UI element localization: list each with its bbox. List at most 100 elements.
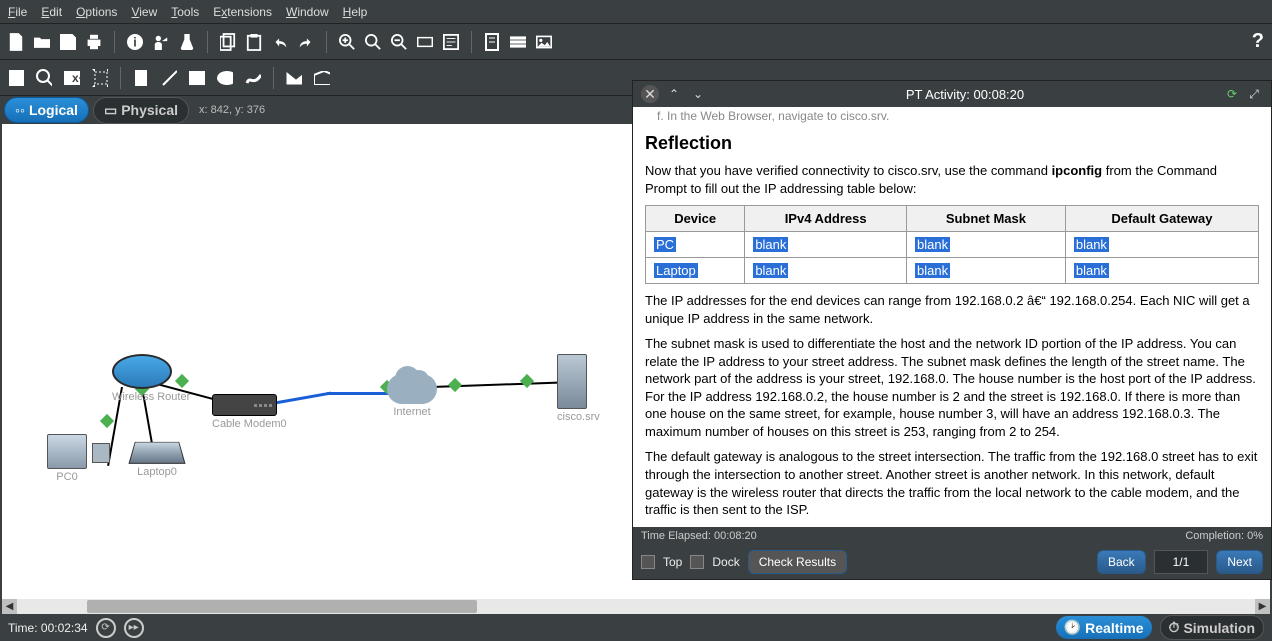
- select-tool-icon[interactable]: [8, 70, 24, 86]
- activity-footer: Top Dock Check Results Back 1/1 Next: [633, 545, 1271, 579]
- description-icon[interactable]: [443, 34, 459, 50]
- close-icon[interactable]: ✕: [641, 85, 659, 103]
- realtime-mode-button[interactable]: 🕑 Realtime: [1056, 616, 1152, 639]
- table-row: Laptop blank blank blank: [646, 258, 1259, 284]
- menu-view[interactable]: View: [131, 5, 157, 19]
- cell-pc: PC: [654, 237, 676, 252]
- inspect-tool-icon[interactable]: [36, 70, 52, 86]
- scroll-left-icon[interactable]: ◀: [2, 599, 17, 614]
- help-icon[interactable]: ?: [1252, 30, 1264, 53]
- reflection-heading: Reflection: [645, 133, 1259, 154]
- image-icon[interactable]: [536, 34, 552, 50]
- logical-icon: ◦◦: [15, 102, 25, 118]
- horizontal-scrollbar[interactable]: ◀ ▶: [2, 599, 1270, 614]
- back-button[interactable]: Back: [1097, 550, 1146, 574]
- reflection-p1: The IP addresses for the end devices can…: [645, 292, 1259, 327]
- tab-physical-label: Physical: [121, 102, 178, 118]
- stack-icon[interactable]: [510, 34, 526, 50]
- menu-tools[interactable]: Tools: [171, 5, 199, 19]
- cell-blank: blank: [753, 237, 788, 252]
- dock-checkbox[interactable]: [690, 555, 704, 569]
- simulation-mode-button[interactable]: ⏱ Simulation: [1160, 615, 1264, 640]
- expand-down-icon[interactable]: ⌄: [689, 85, 707, 103]
- device-cisco-server[interactable]: cisco.srv: [557, 354, 600, 423]
- expand-icon[interactable]: ⤢: [1245, 85, 1263, 103]
- info-icon[interactable]: i: [127, 34, 143, 50]
- reflection-p3: The default gateway is analogous to the …: [645, 448, 1259, 518]
- menu-edit[interactable]: Edit: [41, 5, 62, 19]
- pt-activity-panel: ✕ ⌃ ⌄ PT Activity: 00:08:20 ⟳ ⤢ f. In th…: [632, 80, 1272, 580]
- note-tool-icon[interactable]: [133, 70, 149, 86]
- ip-addressing-table: Device IPv4 Address Subnet Mask Default …: [645, 205, 1259, 284]
- clock-icon: 🕑: [1064, 619, 1081, 636]
- cell-blank: blank: [915, 237, 950, 252]
- table-row: PC blank blank blank: [646, 232, 1259, 258]
- top-checkbox[interactable]: [641, 555, 655, 569]
- rectangle-tool-icon[interactable]: [189, 70, 205, 86]
- cell-blank: blank: [1074, 263, 1109, 278]
- zoom-reset-icon[interactable]: [365, 34, 381, 50]
- fast-forward-icon[interactable]: ▸▸: [124, 618, 144, 638]
- activity-status-bar: Time Elapsed: 00:08:20 Completion: 0%: [633, 527, 1271, 545]
- menu-bar: File Edit Options View Tools Extensions …: [0, 0, 1272, 24]
- delete-tool-icon[interactable]: x: [64, 70, 80, 86]
- line-tool-icon[interactable]: [161, 70, 177, 86]
- save-icon[interactable]: [60, 34, 76, 50]
- redo-icon[interactable]: [298, 34, 314, 50]
- activity-content[interactable]: f. In the Web Browser, navigate to cisco…: [633, 107, 1271, 527]
- scroll-track[interactable]: [17, 599, 1255, 614]
- simple-pdu-icon[interactable]: [286, 70, 302, 86]
- scroll-right-icon[interactable]: ▶: [1255, 599, 1270, 614]
- print-icon[interactable]: [86, 34, 102, 50]
- sim-time: Time: 00:02:34: [8, 621, 88, 635]
- undo-icon[interactable]: [272, 34, 288, 50]
- viewport-icon[interactable]: [417, 34, 433, 50]
- new-file-icon[interactable]: [8, 34, 24, 50]
- freeform-tool-icon[interactable]: [245, 70, 261, 86]
- lab-icon[interactable]: [179, 34, 195, 50]
- scroll-thumb[interactable]: [87, 600, 477, 613]
- menu-file[interactable]: File: [8, 5, 27, 19]
- complex-pdu-icon[interactable]: [314, 70, 330, 86]
- zoom-in-icon[interactable]: [339, 34, 355, 50]
- tab-physical[interactable]: ▭ Physical: [93, 97, 189, 124]
- cell-laptop: Laptop: [654, 263, 698, 278]
- physical-icon: ▭: [104, 102, 117, 119]
- copy-icon[interactable]: [220, 34, 236, 50]
- open-folder-icon[interactable]: [34, 34, 50, 50]
- activity-header: ✕ ⌃ ⌄ PT Activity: 00:08:20 ⟳ ⤢: [633, 81, 1271, 107]
- notes-icon[interactable]: [484, 34, 500, 50]
- resize-tool-icon[interactable]: [92, 70, 108, 86]
- tab-logical[interactable]: ◦◦ Logical: [4, 97, 89, 123]
- reflection-intro: Now that you have verified connectivity …: [645, 162, 1259, 197]
- menu-extensions[interactable]: Extensions: [213, 5, 272, 19]
- device-laptop0[interactable]: Laptop0: [132, 439, 182, 478]
- device-wireless-router[interactable]: Wireless Router: [112, 354, 190, 403]
- th-mask: Subnet Mask: [906, 206, 1065, 232]
- activity-wizard-icon[interactable]: [153, 34, 169, 50]
- menu-help[interactable]: Help: [343, 5, 368, 19]
- ellipse-tool-icon[interactable]: [217, 70, 233, 86]
- menu-options[interactable]: Options: [76, 5, 117, 19]
- power-cycle-icon[interactable]: ⟳: [96, 618, 116, 638]
- next-button[interactable]: Next: [1216, 550, 1263, 574]
- main-toolbar: i ?: [0, 24, 1272, 60]
- device-cable-modem[interactable]: Cable Modem0: [212, 394, 287, 430]
- menu-window[interactable]: Window: [286, 5, 329, 19]
- device-internet-cloud[interactable]: Internet: [387, 374, 437, 418]
- status-bar: Time: 00:02:34 ⟳ ▸▸ 🕑 Realtime ⏱ Simulat…: [0, 614, 1272, 641]
- collapse-up-icon[interactable]: ⌃: [665, 85, 683, 103]
- cell-blank: blank: [1074, 237, 1109, 252]
- zoom-out-icon[interactable]: [391, 34, 407, 50]
- page-indicator: 1/1: [1154, 550, 1209, 574]
- paste-icon[interactable]: [246, 34, 262, 50]
- refresh-icon[interactable]: ⟳: [1223, 85, 1241, 103]
- realtime-label: Realtime: [1085, 620, 1143, 636]
- check-results-button[interactable]: Check Results: [748, 550, 847, 574]
- simulation-label: Simulation: [1183, 620, 1255, 636]
- cell-blank: blank: [753, 263, 788, 278]
- svg-text:i: i: [133, 35, 136, 49]
- device-pc0[interactable]: PC0: [47, 434, 87, 483]
- time-elapsed: Time Elapsed: 00:08:20: [641, 530, 757, 542]
- dock-label: Dock: [712, 555, 739, 569]
